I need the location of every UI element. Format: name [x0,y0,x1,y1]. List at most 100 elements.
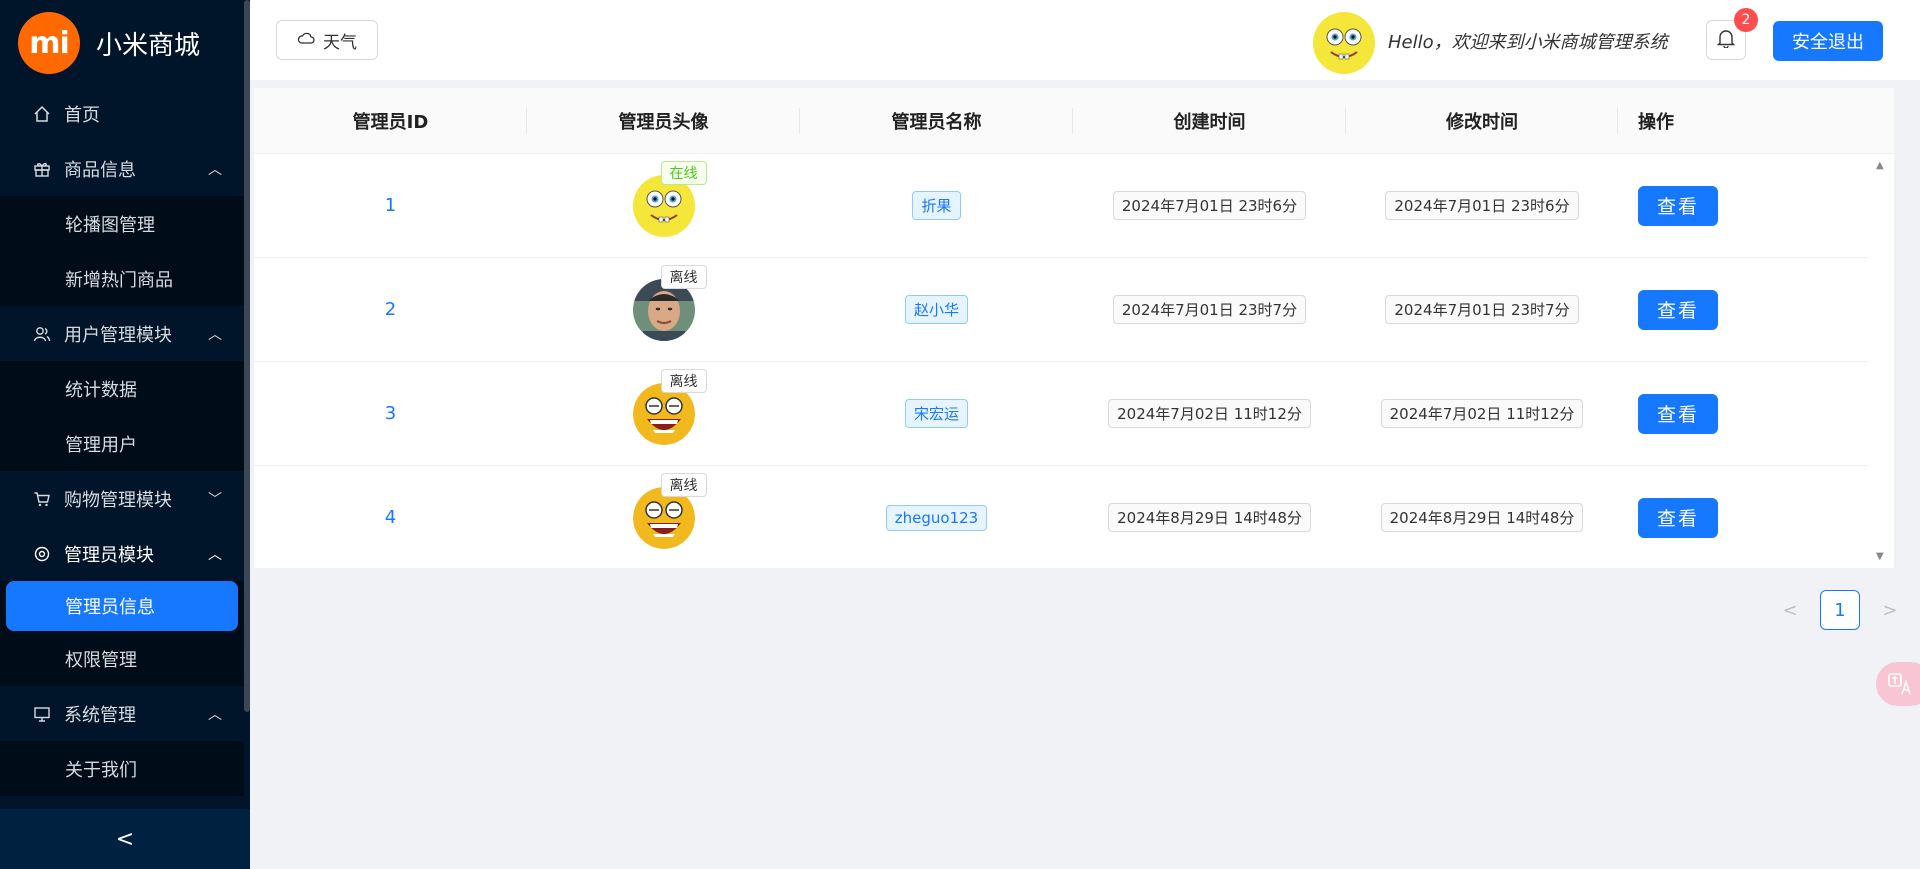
action-cell: 查看 [1618,154,1748,257]
updated-time-tag: 2024年8月29日 14时48分 [1380,503,1584,532]
column-header-name: 管理员名称 [800,88,1073,153]
sidebar-item-admin-info[interactable]: 管理员信息 [6,581,238,631]
sidebar-item-label: 用户管理模块 [64,324,172,346]
status-badge: 离线 [660,368,707,393]
chevron-up-icon: ︿ [208,706,222,723]
sidebar-item-permissions[interactable]: 权限管理 [0,631,244,686]
chevron-left-icon: < [115,826,135,852]
table-row: 4 离线 zheguo123 2024年8月29日 14时48分 2024年8月… [254,466,1894,570]
welcome-text: Hello，欢迎来到小米商城管理系统 [1388,32,1668,53]
sidebar-item-label: 系统管理 [64,704,136,726]
mi-logo[interactable]: mi [18,12,80,74]
sidebar-scrollbar[interactable] [244,0,250,712]
sidebar-item-products[interactable]: 商品信息 ︿ [0,141,244,196]
scroll-down-icon[interactable]: ▼ [1876,551,1884,562]
page-number-button[interactable]: 1 [1820,590,1860,630]
admin-id[interactable]: 3 [385,403,396,424]
sidebar-item-label: 管理员模块 [64,544,154,566]
submenu-system: 关于我们 [0,741,244,796]
updated-cell: 2024年7月02日 11时12分 [1346,362,1618,465]
table-row: 1 在线 折果 2024年7月01日 23时6分 2024年7月01日 23时6… [254,154,1894,258]
submenu-users: 统计数据 管理用户 [0,361,244,471]
translate-icon[interactable] [1876,662,1920,706]
admin-name-tag: 赵小华 [904,295,968,324]
table-row: 3 离线 宋宏运 2024年7月02日 11时12分 2024年7月02日 11… [254,362,1894,466]
sidebar-item-home[interactable]: 首页 [0,86,244,141]
column-header-action: 操作 [1638,111,1674,133]
action-cell: 查看 [1618,362,1748,465]
prev-page-button[interactable]: < [1780,600,1800,621]
chevron-up-icon: ︿ [208,546,222,563]
admin-id[interactable]: 2 [385,299,396,320]
avatar-cell: 离线 [527,258,800,361]
admin-id[interactable]: 1 [385,195,396,216]
chevron-down-icon: ﹀ [208,491,222,508]
bell-icon [1716,28,1736,52]
action-cell: 查看 [1618,258,1748,361]
sidebar-item-about[interactable]: 关于我们 [0,741,244,796]
avatar-cell: 在线 [527,154,800,257]
column-header-updated: 修改时间 [1346,88,1618,153]
avatar-cell: 离线 [527,466,800,569]
id-cell: 1 [254,154,527,257]
scroll-up-icon[interactable]: ▲ [1876,160,1884,171]
created-time-tag: 2024年7月01日 23时7分 [1112,295,1307,324]
sidebar-item-hot-products[interactable]: 新增热门商品 [0,251,244,306]
admin-name-tag: zheguo123 [885,504,988,531]
notification-badge: 2 [1734,8,1758,32]
collapse-sidebar-button[interactable]: < [0,809,250,869]
chevron-up-icon: ︿ [208,161,222,178]
updated-cell: 2024年7月01日 23时7分 [1346,258,1618,361]
created-cell: 2024年7月02日 11时12分 [1073,362,1346,465]
created-cell: 2024年8月29日 14时48分 [1073,466,1346,569]
created-time-tag: 2024年8月29日 14时48分 [1108,503,1311,532]
brand-name: 小米商城 [96,30,201,61]
sidebar-item-label: 首页 [64,104,100,126]
action-cell: 查看 [1618,466,1748,569]
id-cell: 2 [254,258,527,361]
view-button[interactable]: 查看 [1638,497,1718,538]
column-header-created: 创建时间 [1073,88,1346,153]
top-header: 天气 Hello，欢迎来到小米商城管理系统 2 安全退出 [250,0,1920,80]
column-header-id: 管理员ID [254,88,527,153]
sidebar-item-statistics[interactable]: 统计数据 [0,361,244,416]
sidebar-item-system[interactable]: 系统管理 ︿ [0,686,244,741]
view-button[interactable]: 查看 [1638,289,1718,330]
user-avatar[interactable] [1313,12,1375,74]
logo-row: mi 小米商城 [0,0,250,86]
gift-icon [32,159,52,179]
sidebar-item-users[interactable]: 用户管理模块 ︿ [0,306,244,361]
table-scrollbar[interactable]: ▲ ▼ [1868,154,1894,568]
sidebar: mi 小米商城 首页 商品信息 ︿ 轮播图管理 新增热门商品 用户管理模块 ︿ [0,0,250,869]
status-badge: 在线 [660,160,707,185]
logout-button[interactable]: 安全退出 [1773,21,1883,61]
sidebar-menu: 首页 商品信息 ︿ 轮播图管理 新增热门商品 用户管理模块 ︿ 统计数据 管理用… [0,86,244,796]
home-icon [32,104,52,124]
updated-time-tag: 2024年7月01日 23时6分 [1385,191,1579,220]
status-badge: 离线 [660,472,707,497]
sidebar-item-shopping[interactable]: 购物管理模块 ﹀ [0,471,244,526]
created-cell: 2024年7月01日 23时7分 [1073,258,1346,361]
cart-icon [32,489,52,509]
sidebar-item-manage-users[interactable]: 管理用户 [0,416,244,471]
admin-id[interactable]: 4 [385,507,396,528]
created-time-tag: 2024年7月01日 23时6分 [1112,191,1307,220]
sidebar-item-carousel[interactable]: 轮播图管理 [0,196,244,251]
name-cell: 宋宏运 [800,362,1073,465]
view-button[interactable]: 查看 [1638,393,1718,434]
next-page-button[interactable]: > [1880,600,1900,621]
status-badge: 离线 [660,264,707,289]
admin-table: 管理员ID 管理员头像 管理员名称 创建时间 修改时间 操作 1 在线 折果 2… [254,88,1894,570]
name-cell: 赵小华 [800,258,1073,361]
monitor-icon [32,704,52,724]
weather-label: 天气 [323,32,357,53]
sidebar-item-label: 购物管理模块 [64,489,172,511]
sidebar-item-label: 商品信息 [64,159,136,181]
updated-cell: 2024年8月29日 14时48分 [1346,466,1618,569]
admin-icon [32,544,52,564]
view-button[interactable]: 查看 [1638,185,1718,226]
weather-button[interactable]: 天气 [276,20,378,60]
cloud-icon [297,30,315,50]
sidebar-item-admin[interactable]: 管理员模块 ︿ [0,526,244,581]
table-row: 2 离线 赵小华 2024年7月01日 23时7分 2024年7月01日 23时… [254,258,1894,362]
